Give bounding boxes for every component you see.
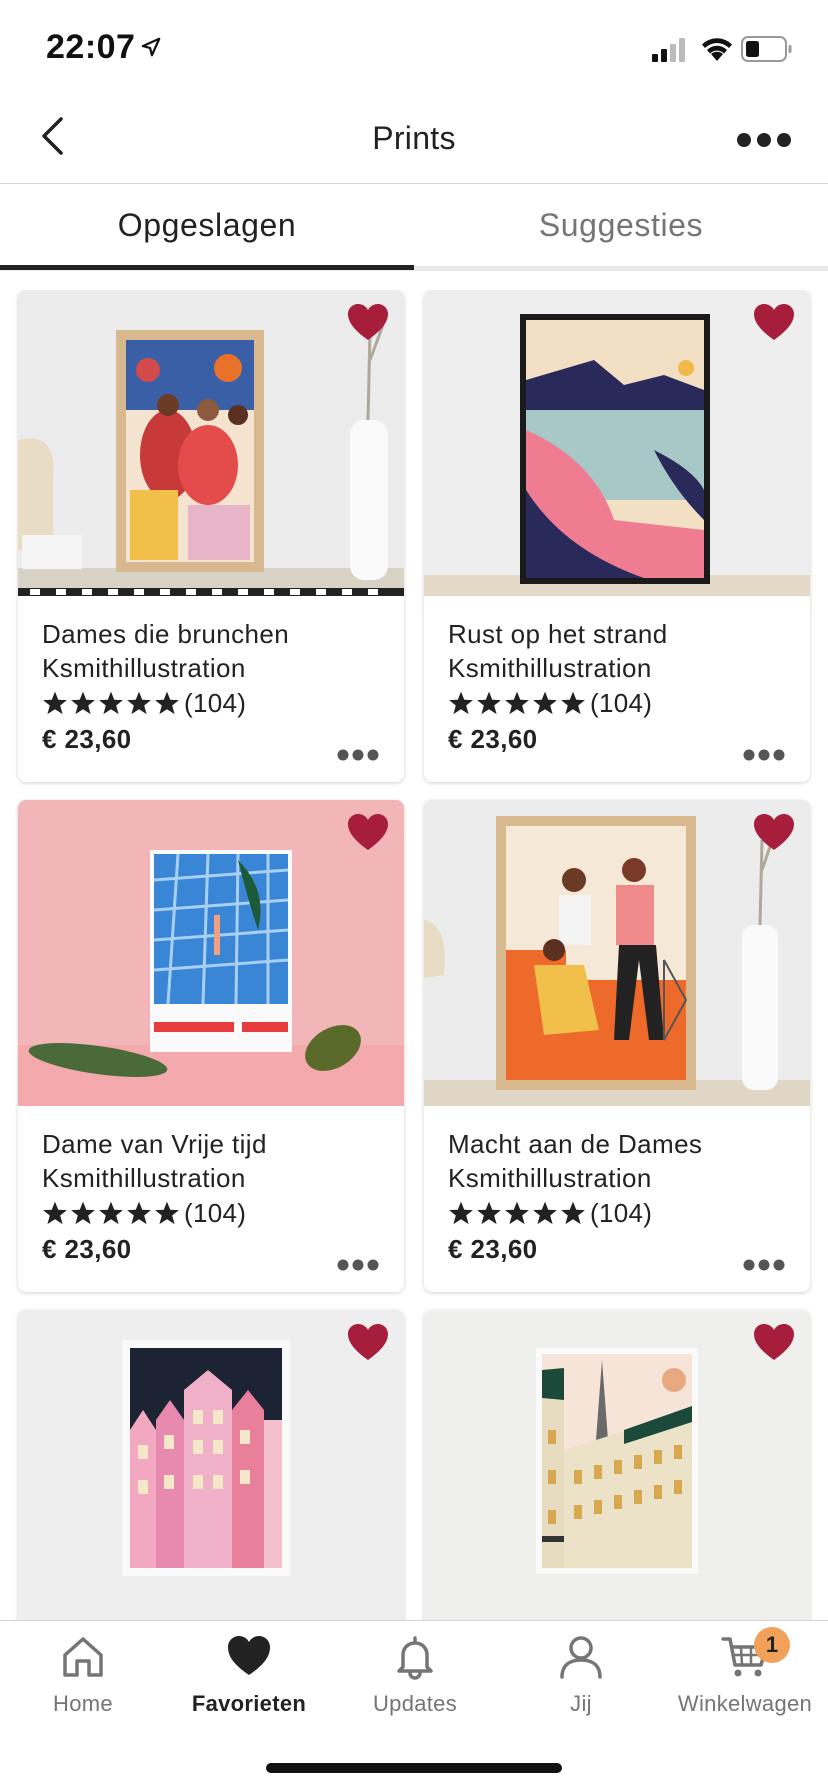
- home-icon: [63, 1637, 103, 1677]
- rating: (104): [42, 686, 388, 720]
- product-title[interactable]: Rust op het strand: [448, 617, 794, 651]
- product-title[interactable]: Macht aan de Dames: [448, 1127, 794, 1161]
- star-rating: [448, 690, 586, 716]
- shop-name[interactable]: Ksmithillustration: [448, 651, 794, 685]
- star-icon: [477, 691, 501, 715]
- tab-home[interactable]: Home: [0, 1633, 166, 1717]
- rating: (104): [448, 1196, 794, 1230]
- star-icon: [155, 1201, 179, 1225]
- battery-icon: [741, 36, 792, 62]
- home-indicator: [266, 1763, 562, 1773]
- star-rating: [42, 690, 180, 716]
- tab-you-label: Jij: [570, 1691, 592, 1716]
- star-icon: [477, 1201, 501, 1225]
- star-icon: [127, 691, 151, 715]
- product-card[interactable]: [424, 1310, 810, 1620]
- review-count: (104): [184, 1197, 247, 1228]
- favorite-heart-icon[interactable]: [752, 812, 796, 852]
- shop-name[interactable]: Ksmithillustration: [448, 1161, 794, 1195]
- location-arrow-icon: [141, 37, 161, 57]
- star-icon: [155, 691, 179, 715]
- star-icon: [449, 691, 473, 715]
- star-icon: [71, 691, 95, 715]
- product-card[interactable]: Dames die brunchen Ksmithillustration (1…: [18, 290, 404, 782]
- star-rating: [42, 1200, 180, 1226]
- card-more-options-icon[interactable]: [742, 1258, 786, 1272]
- cellular-signal-icon: [652, 38, 685, 62]
- product-title[interactable]: Dames die brunchen: [42, 617, 388, 651]
- tab-suggestions[interactable]: Suggesties: [414, 207, 828, 244]
- tab-favorites-label: Favorieten: [191, 1691, 307, 1716]
- shop-name[interactable]: Ksmithillustration: [42, 651, 388, 685]
- bell-icon: [397, 1636, 433, 1680]
- star-icon: [127, 1201, 151, 1225]
- favorite-heart-icon[interactable]: [346, 812, 390, 852]
- star-icon: [43, 1201, 67, 1225]
- person-icon: [560, 1636, 602, 1679]
- card-more-options-icon[interactable]: [336, 748, 380, 762]
- product-title[interactable]: Dame van Vrije tijd: [42, 1127, 388, 1161]
- status-time: 22:07: [46, 28, 136, 66]
- active-tab-indicator: [0, 265, 414, 270]
- favorite-heart-icon[interactable]: [752, 302, 796, 342]
- favorite-heart-icon[interactable]: [752, 1322, 796, 1362]
- navigation-bar: Prints: [0, 100, 828, 184]
- star-icon: [533, 1201, 557, 1225]
- product-card[interactable]: [18, 1310, 404, 1620]
- tab-home-label: Home: [53, 1691, 113, 1716]
- tab-favorites[interactable]: Favorieten: [166, 1633, 332, 1717]
- star-icon: [99, 691, 123, 715]
- review-count: (104): [590, 1197, 653, 1228]
- star-rating: [448, 1200, 586, 1226]
- favorite-heart-icon[interactable]: [346, 1322, 390, 1362]
- shop-name[interactable]: Ksmithillustration: [42, 1161, 388, 1195]
- tab-saved[interactable]: Opgeslagen: [0, 207, 414, 244]
- product-card[interactable]: Macht aan de Dames Ksmithillustration (1…: [424, 800, 810, 1292]
- star-icon: [533, 691, 557, 715]
- star-icon: [43, 691, 67, 715]
- status-bar: 22:07: [0, 0, 828, 100]
- heart-icon: [228, 1636, 270, 1675]
- favorite-heart-icon[interactable]: [346, 302, 390, 342]
- product-card[interactable]: Rust op het strand Ksmithillustration (1…: [424, 290, 810, 782]
- star-icon: [449, 1201, 473, 1225]
- tab-cart-label: Winkelwagen: [677, 1691, 813, 1716]
- card-more-options-icon[interactable]: [742, 748, 786, 762]
- star-icon: [71, 1201, 95, 1225]
- wifi-icon: [702, 38, 732, 61]
- star-icon: [99, 1201, 123, 1225]
- review-count: (104): [590, 687, 653, 718]
- page-title: Prints: [372, 120, 456, 156]
- star-icon: [505, 1201, 529, 1225]
- favorites-grid: Dames die brunchen Ksmithillustration (1…: [0, 290, 828, 1620]
- tab-updates[interactable]: Updates: [332, 1633, 498, 1717]
- tab-updates-label: Updates: [372, 1691, 458, 1716]
- card-more-options-icon[interactable]: [336, 1258, 380, 1272]
- tab-cart[interactable]: 1 Winkelwagen: [662, 1627, 828, 1717]
- product-card[interactable]: Dame van Vrije tijd Ksmithillustration (…: [18, 800, 404, 1292]
- rating: (104): [42, 1196, 388, 1230]
- segmented-tabs: Opgeslagen Suggesties: [0, 185, 828, 271]
- review-count: (104): [184, 687, 247, 718]
- star-icon: [505, 691, 529, 715]
- cart-count-badge: 1: [754, 1627, 790, 1663]
- rating: (104): [448, 686, 794, 720]
- star-icon: [561, 691, 585, 715]
- more-options-icon[interactable]: [736, 130, 792, 150]
- star-icon: [561, 1201, 585, 1225]
- tab-you[interactable]: Jij: [498, 1633, 664, 1717]
